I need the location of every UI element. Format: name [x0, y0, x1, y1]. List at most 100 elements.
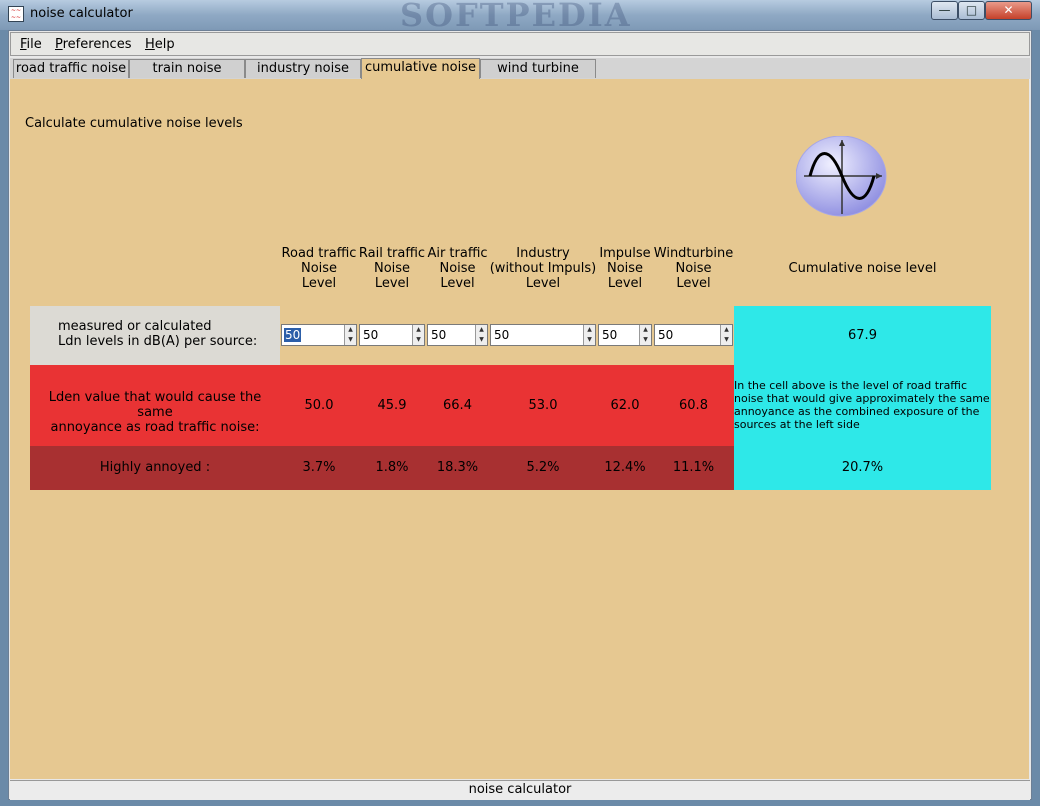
cumulative-explanation: In the cell above is the level of road t…: [734, 379, 990, 431]
industry-level-arrows[interactable]: ▲ ▼: [583, 325, 595, 345]
col-head-windturbine-line1: Windturbine: [653, 246, 734, 261]
industry-level-spinner[interactable]: ▲▼: [490, 324, 596, 346]
menu-help[interactable]: Help: [145, 37, 175, 52]
col-head-air: Air traffic Noise Level: [426, 246, 489, 291]
lden-value-rail: 45.9: [377, 398, 407, 413]
col-head-road-line3: Level: [301, 276, 337, 291]
spinner-down-icon[interactable]: ▼: [476, 335, 487, 345]
col-head-air-line3: Level: [440, 276, 475, 291]
lden-value-windturbine: 60.8: [679, 398, 708, 413]
col-head-industry-line3: Level: [525, 276, 561, 291]
spinner-down-icon[interactable]: ▼: [345, 335, 356, 345]
col-head-impulse: Impulse Noise Level: [597, 246, 653, 291]
sine-wave-graph-icon: [796, 136, 887, 217]
annoyed-value-rail: 1.8%: [375, 460, 409, 475]
road-traffic-level-spinner[interactable]: 50 ▲▼: [281, 324, 357, 346]
col-head-rail-line3: Level: [374, 276, 410, 291]
annoyed-value-air: 18.3%: [436, 460, 479, 475]
col-head-air-line1: Air traffic: [427, 246, 488, 261]
impulse-level-input[interactable]: [599, 325, 641, 345]
menu-preferences[interactable]: Preferences: [55, 37, 131, 52]
col-head-windturbine-line2: Noise: [675, 261, 712, 276]
industry-level-input[interactable]: [491, 325, 585, 345]
watermark: SOFTPEDIA: [400, 0, 632, 34]
spinner-up-icon[interactable]: ▲: [721, 325, 732, 335]
lden-row-label-line1: Lden value that would cause the same: [48, 390, 262, 420]
road-traffic-level-arrows[interactable]: ▲ ▼: [344, 325, 356, 345]
spinner-up-icon[interactable]: ▲: [413, 325, 424, 335]
spinner-down-icon[interactable]: ▼: [584, 335, 595, 345]
lden-value-industry: 53.0: [528, 398, 558, 413]
col-head-rail-line2: Noise: [373, 261, 411, 276]
app-icon[interactable]: ~~ ~~: [8, 6, 24, 22]
tab-wind-turbine[interactable]: wind turbine: [480, 59, 596, 78]
col-head-road: Road traffic Noise Level: [280, 246, 358, 291]
rail-traffic-level-spinner[interactable]: ▲▼: [359, 324, 425, 346]
windturbine-level-input[interactable]: [655, 325, 722, 345]
cumulative-level-value: 67.9: [848, 328, 877, 343]
tab-train-noise[interactable]: train noise: [129, 59, 245, 78]
cumulative-header: Cumulative noise level: [788, 261, 937, 276]
annoyed-value-windturbine: 11.1%: [672, 460, 715, 475]
air-traffic-level-arrows[interactable]: ▲ ▼: [475, 325, 487, 345]
spinner-down-icon[interactable]: ▼: [640, 335, 651, 345]
windturbine-level-spinner[interactable]: ▲▼: [654, 324, 733, 346]
page-heading: Calculate cumulative noise levels: [25, 116, 243, 131]
annoyed-value-road: 3.7%: [302, 460, 336, 475]
tab-bar: road traffic noise train noise industry …: [10, 58, 1030, 79]
air-traffic-level-spinner[interactable]: ▲▼: [427, 324, 488, 346]
menu-help-label: elp: [154, 37, 175, 52]
impulse-level-spinner[interactable]: ▲▼: [598, 324, 652, 346]
spinner-down-icon[interactable]: ▼: [413, 335, 424, 345]
annoyed-row-label: Highly annoyed :: [99, 460, 211, 475]
col-head-impulse-line3: Level: [607, 276, 643, 291]
col-head-air-line2: Noise: [439, 261, 476, 276]
col-head-windturbine: Windturbine Noise Level: [653, 246, 734, 291]
input-row-label-line2: Ldn levels in dB(A) per source:: [58, 334, 258, 349]
input-row-label-line1: measured or calculated: [58, 319, 212, 334]
tab-road-traffic-noise[interactable]: road traffic noise: [13, 59, 129, 78]
spinner-down-icon[interactable]: ▼: [721, 335, 732, 345]
status-bar: noise calculator: [10, 780, 1030, 800]
windturbine-level-arrows[interactable]: ▲ ▼: [720, 325, 732, 345]
col-head-rail: Rail traffic Noise Level: [358, 246, 426, 291]
rail-traffic-level-input[interactable]: [360, 325, 414, 345]
road-traffic-level-selection: 50: [284, 328, 302, 342]
menu-file[interactable]: File: [20, 37, 42, 52]
col-head-windturbine-line3: Level: [676, 276, 711, 291]
col-head-impulse-line2: Noise: [606, 261, 644, 276]
col-head-impulse-line1: Impulse: [599, 246, 651, 261]
air-traffic-level-input[interactable]: [428, 325, 477, 345]
cumulative-annoyed-value: 20.7%: [841, 460, 884, 475]
spinner-up-icon[interactable]: ▲: [640, 325, 651, 335]
road-traffic-level-selected-text: 50: [284, 328, 302, 342]
tab-cumulative-noise[interactable]: cumulative noise: [361, 58, 480, 79]
window-title: noise calculator: [30, 6, 133, 21]
menu-preferences-label: references: [62, 37, 132, 52]
menu-bar: File Preferences Help: [10, 32, 1030, 56]
lden-value-impulse: 62.0: [610, 398, 640, 413]
lden-value-air: 66.4: [443, 398, 472, 413]
spinner-up-icon[interactable]: ▲: [345, 325, 356, 335]
col-head-industry: Industry (without Impuls) Level: [489, 246, 597, 291]
col-head-industry-line2: (without Impuls): [489, 261, 597, 276]
col-head-rail-line1: Rail traffic: [358, 246, 426, 261]
col-head-industry-line1: Industry: [516, 246, 570, 261]
close-button[interactable]: ✕: [985, 1, 1032, 20]
rail-traffic-level-arrows[interactable]: ▲ ▼: [412, 325, 424, 345]
spinner-up-icon[interactable]: ▲: [476, 325, 487, 335]
lden-row-label: Lden value that would cause the same ann…: [30, 390, 280, 435]
impulse-level-arrows[interactable]: ▲ ▼: [639, 325, 651, 345]
tab-industry-noise[interactable]: industry noise: [245, 59, 361, 78]
minimize-button[interactable]: —: [931, 1, 958, 20]
input-row-label: measured or calculated Ldn levels in dB(…: [58, 319, 257, 349]
menu-file-label: ile: [26, 37, 42, 52]
maximize-button[interactable]: □: [958, 1, 985, 20]
annoyed-value-industry: 5.2%: [526, 460, 560, 475]
lden-value-road: 50.0: [304, 398, 334, 413]
annoyed-value-impulse: 12.4%: [604, 460, 646, 475]
col-head-road-line2: Noise: [300, 261, 338, 276]
spinner-up-icon[interactable]: ▲: [584, 325, 595, 335]
col-head-road-line1: Road traffic: [281, 246, 357, 261]
lden-row-label-line2: annoyance as road traffic noise:: [50, 420, 260, 435]
